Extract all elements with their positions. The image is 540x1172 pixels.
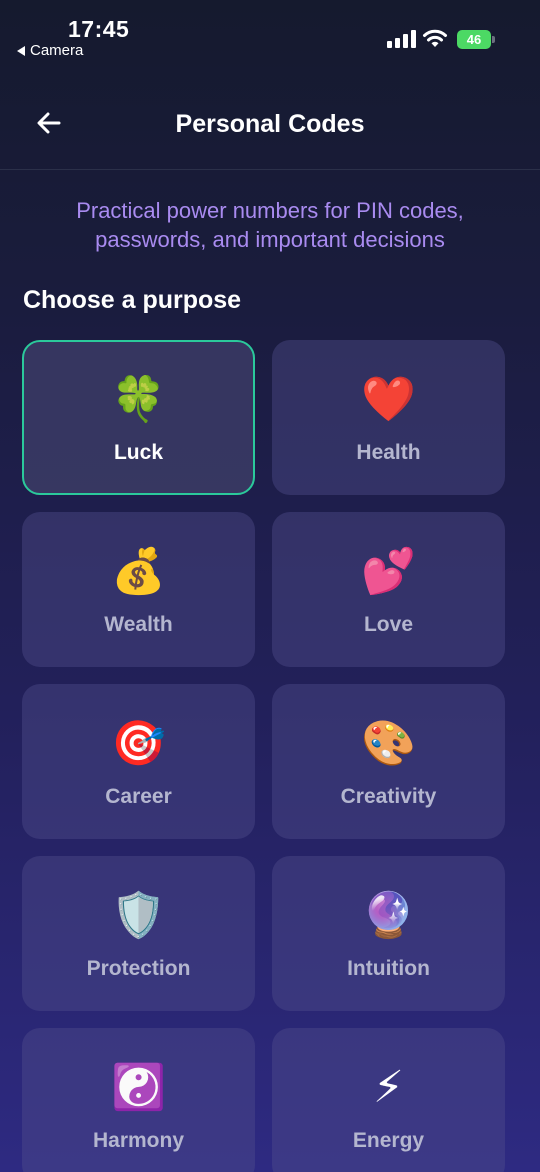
money-bag-icon: 💰 <box>111 545 166 597</box>
purpose-card-career[interactable]: 🎯 Career <box>22 684 255 839</box>
purpose-label: Intuition <box>347 956 430 980</box>
palette-icon: 🎨 <box>361 717 416 769</box>
back-triangle-icon <box>17 45 25 56</box>
purpose-card-health[interactable]: ❤️ Health <box>272 340 505 495</box>
shield-icon: 🛡️ <box>111 889 166 941</box>
section-title: Choose a purpose <box>23 286 242 314</box>
battery-level: 46 <box>466 32 482 47</box>
purpose-label: Career <box>105 784 172 808</box>
purpose-label: Harmony <box>92 1128 185 1152</box>
cellular-signal-icon <box>387 30 416 48</box>
page-title: Personal Codes <box>175 110 365 138</box>
purpose-card-luck[interactable]: 🍀 Luck <box>22 340 255 495</box>
page-subtitle: Practical power numbers for PIN codes, p… <box>76 198 464 252</box>
four-leaf-clover-icon: 🍀 <box>111 373 166 425</box>
heart-icon: ❤️ <box>361 373 416 425</box>
yin-yang-icon: ☯️ <box>111 1061 166 1113</box>
purpose-label: Wealth <box>104 612 173 636</box>
purpose-grid: 🍀 Luck ❤️ Health 💰 Wealth 💕 Love 🎯 Caree… <box>22 340 505 1172</box>
status-time: 17:45 <box>68 16 130 42</box>
battery-indicator: 46 <box>457 30 495 49</box>
purpose-card-protection[interactable]: 🛡️ Protection <box>22 856 255 1011</box>
purpose-label: Luck <box>113 440 163 464</box>
target-icon: 🎯 <box>111 717 166 769</box>
purpose-card-wealth[interactable]: 💰 Wealth <box>22 512 255 667</box>
purpose-card-intuition[interactable]: 🔮 Intuition <box>272 856 505 1011</box>
header: Personal Codes <box>0 86 540 170</box>
purpose-card-creativity[interactable]: 🎨 Creativity <box>272 684 505 839</box>
purpose-label: Love <box>363 612 413 636</box>
purpose-label: Energy <box>352 1128 425 1152</box>
back-app-label: Camera <box>30 42 84 59</box>
wifi-icon <box>423 29 447 47</box>
status-bar: 17:45 Camera 46 <box>0 0 540 70</box>
purpose-card-love[interactable]: 💕 Love <box>272 512 505 667</box>
purpose-label: Health <box>356 440 421 464</box>
lightning-icon: ⚡ <box>373 1061 404 1113</box>
back-to-camera-link[interactable]: Camera <box>17 42 83 59</box>
purpose-label: Protection <box>86 956 191 980</box>
purpose-card-harmony[interactable]: ☯️ Harmony <box>22 1028 255 1172</box>
purpose-card-energy[interactable]: ⚡ Energy <box>272 1028 505 1172</box>
purpose-label: Creativity <box>340 784 437 808</box>
two-hearts-icon: 💕 <box>361 545 416 597</box>
crystal-ball-icon: 🔮 <box>361 889 416 941</box>
